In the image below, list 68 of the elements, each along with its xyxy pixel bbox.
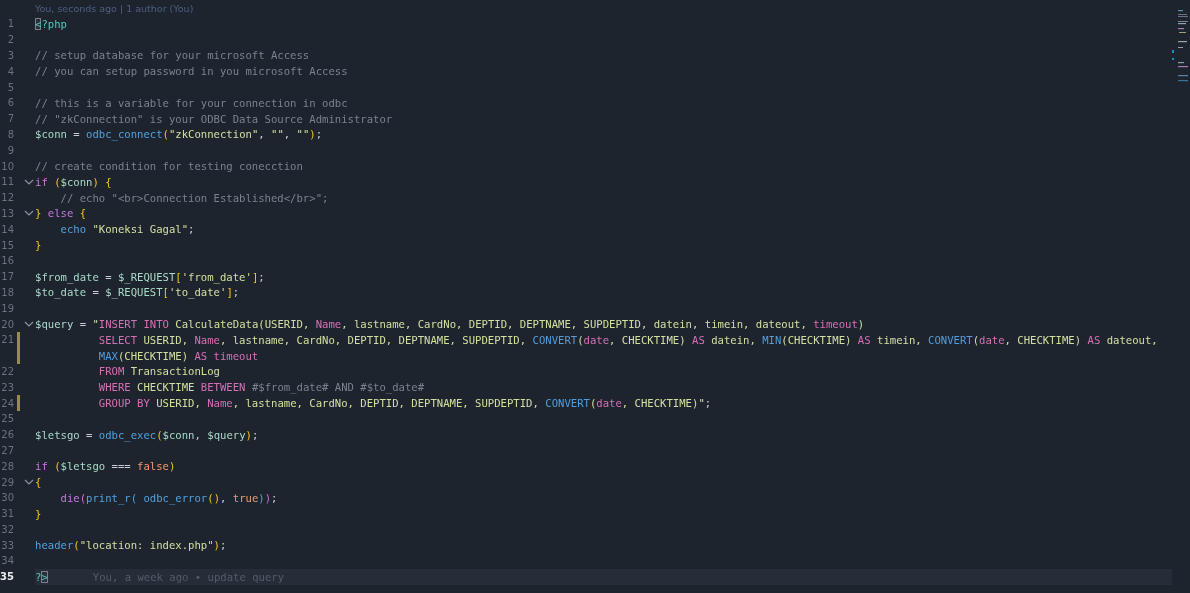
- code-line: $from_date = $_REQUEST['from_date'];: [35, 270, 265, 283]
- code-line: SELECT USERID, Name, lastname, CardNo, DEPTID, DEPTNAME, SUPDEPTID, CONVERT(date, CHECKTIME) AS datein, MIN(CHECKTIME) AS timein, CONVERT(date, CHECKTIME) AS dateout,: [97, 333, 1158, 346]
- line-number: 15: [0, 239, 14, 251]
- line-number: 25: [0, 413, 14, 425]
- line-number: 6: [6, 97, 14, 109]
- line-number: 11: [0, 176, 14, 188]
- line-number: 29: [0, 476, 14, 488]
- line-number: 17: [0, 271, 14, 283]
- line-number: 8: [6, 128, 14, 140]
- line-number: 31: [0, 508, 14, 520]
- code-line: if ($conn) {: [35, 175, 112, 188]
- line-number: 22: [0, 365, 14, 377]
- code-line: // echo "<br>Connection Established</br>";: [59, 191, 329, 204]
- code-line: <?php: [35, 17, 67, 30]
- code-line: MAX(CHECKTIME) AS timeout: [97, 349, 259, 362]
- code-line: header("location: index.php");: [35, 539, 227, 552]
- line-number: 27: [0, 444, 14, 456]
- line-number: 9: [6, 144, 14, 156]
- code-line: }: [35, 239, 42, 252]
- fold-chevron-icon[interactable]: [23, 479, 34, 485]
- code-line: } else {: [35, 207, 87, 220]
- code-line: die(print_r( odbc_error(), true));: [59, 491, 278, 504]
- line-number: 18: [0, 286, 14, 298]
- line-number: 35: [0, 571, 14, 583]
- code-line: GROUP BY USERID, Name, lastname, CardNo, DEPTID, DEPTNAME, SUPDEPTID, CONVERT(date, CHECKTIME)";: [97, 397, 712, 409]
- code-line: // "zkConnection" is your ODBC Data Source Administrator: [35, 112, 393, 125]
- line-number: 34: [0, 555, 14, 567]
- line-number: 32: [0, 523, 14, 535]
- line-number: 10: [0, 160, 14, 172]
- code-line: WHERE CHECKTIME BETWEEN #$from_date# AND #$to_date#: [97, 381, 425, 394]
- blame-annotation[interactable]: You, seconds ago | 1 author (You): [35, 2, 194, 14]
- line-number: 14: [0, 223, 14, 235]
- code-line: $conn = odbc_connect("zkConnection", "", "");: [35, 128, 323, 141]
- code-line: // you can setup password in you microsoft Access: [35, 65, 348, 78]
- fold-chevron-icon[interactable]: [23, 321, 34, 328]
- code-line: // setup database for your microsoft Access: [35, 49, 310, 62]
- line-number: 13: [0, 207, 14, 219]
- code-line: // this is a variable for your connection in odbc: [35, 96, 348, 109]
- code-line: $query = "INSERT INTO CalculateData(USERID, Name, lastname, CardNo, DEPTID, DEPTNAME, SUPDEPTID, datein, timein, dateout, timeout): [35, 318, 865, 331]
- line-number: 1: [6, 18, 14, 30]
- line-number: 7: [6, 113, 14, 125]
- line-number: 30: [0, 492, 14, 504]
- line-number: 5: [6, 81, 14, 93]
- line-number: 2: [6, 34, 14, 46]
- code-line: FROM TransactionLog: [97, 365, 220, 378]
- minimap-drawing[interactable]: [1172, 9, 1188, 84]
- line-number: 19: [0, 302, 14, 314]
- code-line: if ($letsgo === false): [35, 460, 176, 473]
- code-line: $letsgo = odbc_exec($conn, $query);: [35, 428, 259, 441]
- line-number: 20: [0, 318, 14, 330]
- code-line: // create condition for testing conecction: [35, 160, 303, 173]
- line-number: 23: [0, 381, 14, 393]
- code-line: $to_date = $_REQUEST['to_date'];: [35, 286, 240, 299]
- line-number: 21: [0, 334, 14, 346]
- line-number: 26: [0, 429, 14, 441]
- fold-chevron-icon[interactable]: [23, 178, 34, 185]
- code-line: ?>: [35, 570, 48, 583]
- code-line: echo "Koneksi Gagal";: [59, 223, 195, 236]
- code-line: {: [35, 476, 42, 488]
- line-number: 4: [6, 65, 14, 77]
- line-number: 3: [6, 50, 14, 61]
- code-line: }: [35, 507, 42, 520]
- fold-chevron-icon[interactable]: [23, 210, 34, 217]
- line-number: 28: [0, 460, 14, 472]
- line-number: 16: [0, 255, 14, 267]
- line-number: 33: [0, 539, 14, 551]
- line-number: 24: [0, 397, 14, 409]
- line-number: 12: [0, 192, 14, 204]
